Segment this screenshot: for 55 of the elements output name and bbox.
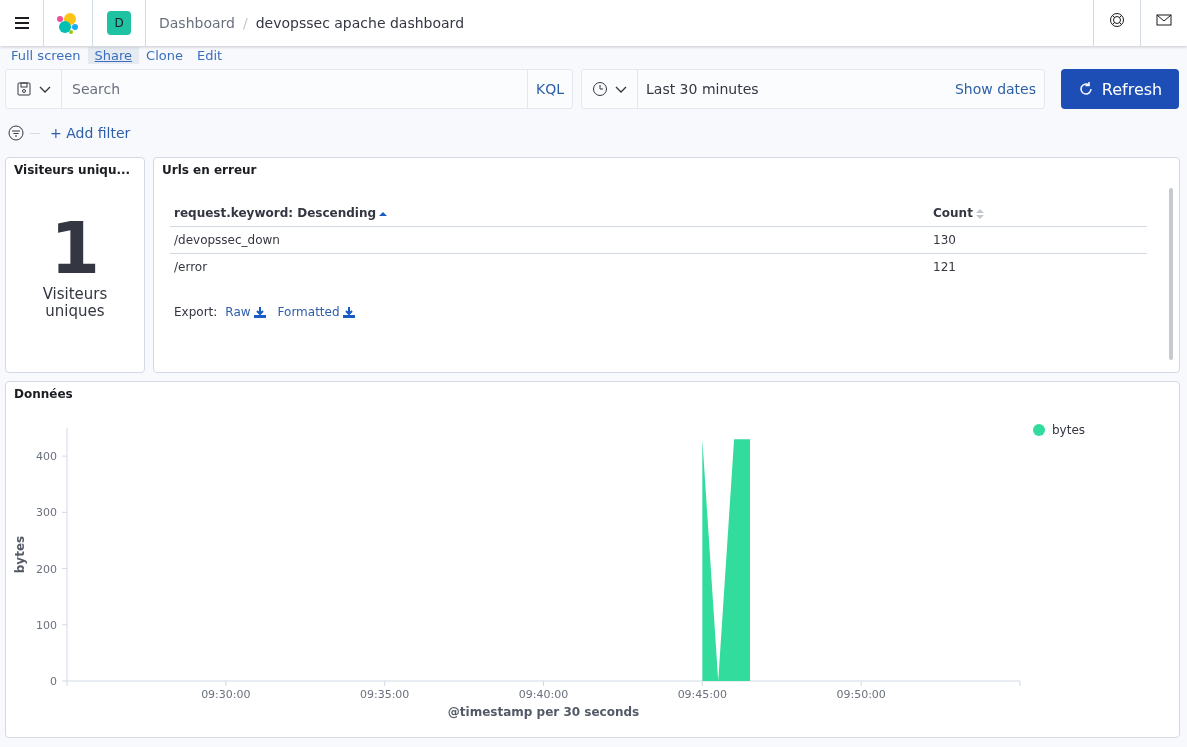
table-cell: /error [170, 253, 929, 280]
search-field[interactable]: Search KQL [5, 69, 573, 109]
column-header[interactable]: Count [929, 200, 1147, 227]
legend-label: bytes [1052, 423, 1086, 437]
tick-label: 100 [36, 618, 57, 632]
export-label: Export: [174, 305, 218, 319]
mail-icon [1156, 12, 1172, 28]
tick-label: 09:40:00 [518, 688, 569, 701]
tick-label: 09:35:00 [359, 688, 410, 701]
scrollbar[interactable] [1169, 188, 1173, 360]
chevron-down-icon[interactable] [615, 84, 627, 94]
refresh-button[interactable]: Refresh [1061, 69, 1179, 109]
table-cell: 121 [929, 253, 1147, 280]
time-range[interactable]: Last 30 minutes [638, 81, 955, 97]
clock-icon[interactable] [592, 81, 608, 97]
tick-label: 09:30:00 [201, 688, 251, 701]
show-dates-link[interactable]: Show dates [954, 81, 1044, 97]
download-icon [253, 306, 266, 318]
add-filter-link[interactable]: + Add filter [50, 125, 131, 141]
breadcrumb-separator: / [242, 15, 248, 31]
metric-value: 1 [49, 210, 101, 286]
lifebuoy-icon [1109, 12, 1125, 28]
refresh-icon [1077, 81, 1094, 97]
tick-label: 300 [36, 506, 57, 520]
table-cell: /devopssec_down [170, 226, 929, 254]
tick-label: 09:50:00 [836, 688, 886, 701]
menu-icon [13, 15, 30, 31]
tick-label: 400 [36, 450, 57, 464]
space-avatar[interactable]: D [107, 11, 131, 35]
panel-title: Données [13, 386, 74, 403]
tick-label: 09:45:00 [677, 688, 728, 701]
panel-title: Urls en erreur [161, 162, 258, 179]
export-link[interactable]: Raw [225, 305, 266, 319]
language-toggle[interactable]: KQL [527, 70, 572, 108]
breadcrumb[interactable]: Dashboard [159, 15, 235, 31]
menu-link[interactable]: Share [87, 47, 140, 64]
chevron-down-icon[interactable] [39, 84, 51, 94]
logo-icon[interactable] [56, 11, 80, 35]
download-icon [342, 306, 355, 318]
panel-title: Visiteurs uniqu... [13, 162, 132, 179]
table-cell: 130 [929, 226, 1147, 254]
menu-link[interactable]: Clone [139, 47, 190, 64]
breadcrumb[interactable]: devopssec apache dashboard [255, 15, 464, 31]
save-icon[interactable] [16, 81, 32, 97]
tick-label: 200 [36, 562, 57, 576]
time-picker[interactable]: Last 30 minutes Show dates [581, 69, 1045, 109]
metric-label: Visiteurs uniques [41, 286, 109, 320]
axis-title: @timestamp per 30 seconds [447, 705, 640, 719]
menu-link[interactable]: Edit [190, 47, 230, 64]
column-header[interactable]: request.keyword: Descending [170, 200, 929, 227]
axis-title: bytes [13, 535, 27, 574]
export-link[interactable]: Formatted [277, 305, 355, 319]
filter-icon[interactable] [8, 125, 24, 141]
tick-label: 0 [50, 675, 57, 688]
menu-link[interactable]: Full screen [4, 47, 88, 64]
